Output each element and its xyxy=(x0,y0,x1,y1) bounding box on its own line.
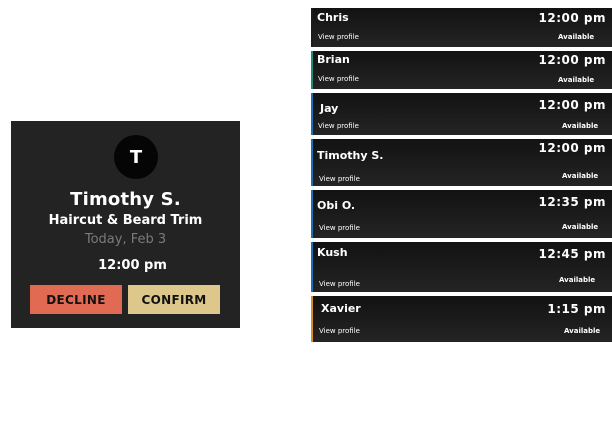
booking-card: T Timothy S. Haircut & Beard Trim Today,… xyxy=(11,121,240,328)
view-profile-link[interactable]: View profile xyxy=(319,280,360,288)
barber-name: Chris xyxy=(317,11,349,24)
barber-row[interactable]: Obi O. View profile 12:35 pm Available xyxy=(311,190,612,238)
barber-row[interactable]: Brian View profile 12:00 pm Available xyxy=(311,51,612,89)
booking-date: Today, Feb 3 xyxy=(84,232,167,247)
avatar-initial: T xyxy=(129,146,143,168)
availability-status: Available xyxy=(564,327,601,335)
barber-row[interactable]: Timothy S. View profile 12:00 pm Availab… xyxy=(311,139,612,186)
slot-time: 12:00 pm xyxy=(538,11,606,25)
view-profile-link[interactable]: View profile xyxy=(319,327,360,335)
slot-time: 1:15 pm xyxy=(547,302,606,316)
barber-name: Xavier xyxy=(321,302,361,315)
slot-time: 12:00 pm xyxy=(538,98,606,112)
barber-name: Brian xyxy=(317,53,350,66)
availability-status: Available xyxy=(562,172,599,180)
confirm-button[interactable]: CONFIRM xyxy=(128,285,220,314)
view-profile-link[interactable]: View profile xyxy=(318,33,359,41)
view-profile-link[interactable]: View profile xyxy=(318,75,359,83)
availability-status: Available xyxy=(559,276,596,284)
availability-status: Available xyxy=(558,33,595,41)
slot-time: 12:00 pm xyxy=(538,141,606,155)
barber-row[interactable]: Xavier View profile 1:15 pm Available xyxy=(311,296,612,342)
barber-row[interactable]: Kush View profile 12:45 pm Available xyxy=(311,242,612,292)
availability-status: Available xyxy=(562,223,599,231)
avatar: T xyxy=(114,135,158,179)
view-profile-link[interactable]: View profile xyxy=(319,224,360,232)
client-name: Timothy S. xyxy=(70,189,181,210)
slot-time: 12:35 pm xyxy=(538,195,606,209)
barber-name: Kush xyxy=(317,246,348,259)
slot-time: 12:45 pm xyxy=(538,247,606,261)
decline-button[interactable]: DECLINE xyxy=(30,285,122,314)
view-profile-link[interactable]: View profile xyxy=(319,175,360,183)
barber-name: Timothy S. xyxy=(317,149,384,162)
barber-row[interactable]: Jay View profile 12:00 pm Available xyxy=(311,93,612,135)
view-profile-link[interactable]: View profile xyxy=(318,122,359,130)
booking-time: 12:00 pm xyxy=(98,258,167,273)
service-name: Haircut & Beard Trim xyxy=(48,213,203,228)
barber-row[interactable]: Chris View profile 12:00 pm Available xyxy=(311,8,612,47)
slot-time: 12:00 pm xyxy=(538,53,606,67)
barber-name: Obi O. xyxy=(317,199,356,212)
availability-status: Available xyxy=(562,122,599,130)
availability-status: Available xyxy=(558,76,595,84)
barber-name: Jay xyxy=(320,102,339,115)
